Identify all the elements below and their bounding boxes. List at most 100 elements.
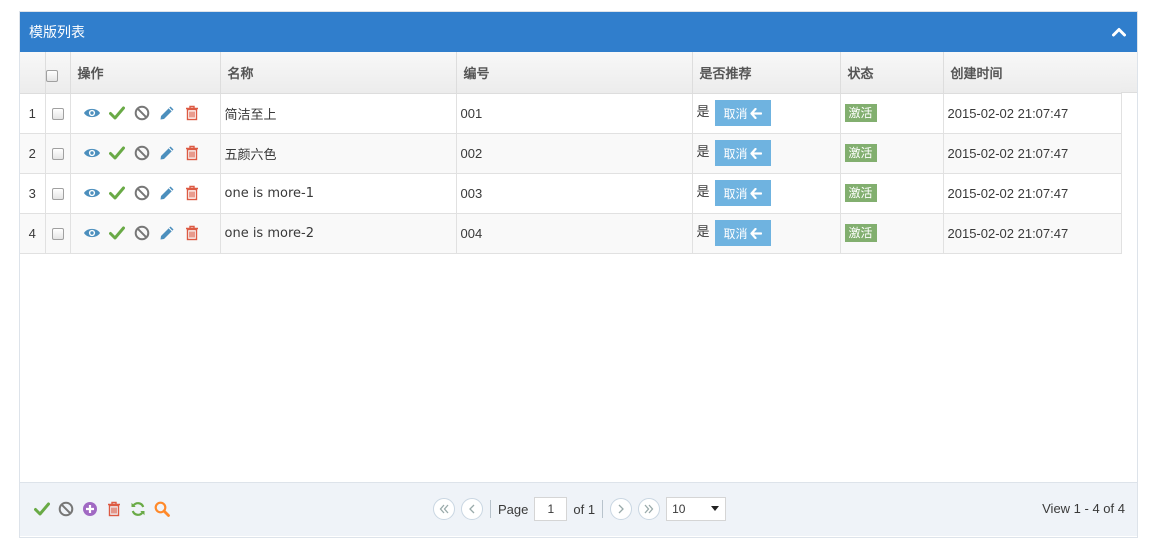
trash-icon[interactable] xyxy=(183,224,201,242)
ban-icon[interactable] xyxy=(133,144,151,162)
row-created: 2015-02-02 21:07:47 xyxy=(943,133,1122,174)
row-name: one is more-2 xyxy=(220,213,457,254)
pencil-icon[interactable] xyxy=(158,224,176,242)
grid-header-row: 操作 名称 编号 是否推荐 状态 创建时间 xyxy=(20,52,1122,94)
check-icon[interactable] xyxy=(108,104,126,122)
pagination: Page of 1 10 xyxy=(433,497,727,521)
row-checkbox[interactable] xyxy=(51,108,64,121)
pencil-icon[interactable] xyxy=(158,144,176,162)
row-recommend-cell: 是取消 xyxy=(692,93,841,134)
select-all-checkbox[interactable] xyxy=(45,70,58,83)
refresh-icon[interactable] xyxy=(129,500,147,518)
header-recommend[interactable]: 是否推荐 xyxy=(692,52,841,94)
row-status-cell: 激活 xyxy=(840,133,944,174)
cancel-recommend-button[interactable]: 取消 xyxy=(714,220,771,246)
row-select-cell xyxy=(45,133,71,174)
ban-icon[interactable] xyxy=(133,184,151,202)
first-page-button[interactable] xyxy=(433,498,455,520)
row-code: 003 xyxy=(456,173,693,214)
row-recommend: 是 xyxy=(696,105,710,121)
row-code: 001 xyxy=(456,93,693,134)
cancel-recommend-button[interactable]: 取消 xyxy=(714,100,771,126)
row-number: 2 xyxy=(20,133,46,174)
row-select-cell xyxy=(45,93,71,134)
cancel-button-label: 取消 xyxy=(723,146,748,161)
panel-title: 模版列表 xyxy=(29,25,85,41)
pager-separator xyxy=(490,500,491,518)
search-icon[interactable] xyxy=(153,500,171,518)
next-page-button[interactable] xyxy=(610,498,633,520)
page-number-input[interactable] xyxy=(534,497,568,521)
eye-icon[interactable] xyxy=(83,184,101,202)
row-recommend: 是 xyxy=(696,185,710,201)
row-code: 002 xyxy=(456,133,693,174)
collapse-icon[interactable] xyxy=(1111,24,1127,40)
header-code[interactable]: 编号 xyxy=(456,52,693,94)
row-status-cell: 激活 xyxy=(840,213,944,254)
header-status[interactable]: 状态 xyxy=(840,52,944,94)
arrow-left-icon xyxy=(749,107,762,119)
pager-toolbar xyxy=(33,500,171,518)
trash-icon[interactable] xyxy=(183,104,201,122)
row-name: 简洁至上 xyxy=(220,93,457,134)
row-name: 五颜六色 xyxy=(220,133,457,174)
last-page-button[interactable] xyxy=(638,498,661,520)
row-code: 004 xyxy=(456,213,693,254)
check-icon[interactable] xyxy=(108,184,126,202)
status-badge: 激活 xyxy=(844,104,877,122)
page-label: Page xyxy=(498,501,529,517)
row-number: 3 xyxy=(20,173,46,214)
cancel-button-label: 取消 xyxy=(723,106,748,121)
plus-circle-icon[interactable] xyxy=(81,500,99,518)
eye-icon[interactable] xyxy=(83,144,101,162)
prev-page-button[interactable] xyxy=(461,498,483,520)
check-icon[interactable] xyxy=(108,144,126,162)
row-recommend-cell: 是取消 xyxy=(692,173,841,214)
eye-icon[interactable] xyxy=(83,224,101,242)
row-number: 1 xyxy=(20,93,46,134)
panel-titlebar: 模版列表 xyxy=(20,12,1137,52)
table-row[interactable]: 4 one is more-2 004 是取消 激活 2015-02-02 21… xyxy=(20,213,1122,254)
trash-icon[interactable] xyxy=(183,184,201,202)
ban-icon[interactable] xyxy=(57,500,75,518)
trash-icon[interactable] xyxy=(183,144,201,162)
row-actions xyxy=(70,213,221,254)
row-recommend: 是 xyxy=(696,145,710,161)
row-checkbox[interactable] xyxy=(51,188,64,201)
row-status-cell: 激活 xyxy=(840,93,944,134)
row-recommend-cell: 是取消 xyxy=(692,213,841,254)
check-icon[interactable] xyxy=(33,500,51,518)
table-row[interactable]: 3 one is more-1 003 是取消 激活 2015-02-02 21… xyxy=(20,173,1122,214)
pencil-icon[interactable] xyxy=(158,184,176,202)
header-actions[interactable]: 操作 xyxy=(70,52,221,94)
row-number: 4 xyxy=(20,213,46,254)
header-name[interactable]: 名称 xyxy=(220,52,457,94)
pager-bar: Page of 1 10 View 1 - 4 of 4 xyxy=(20,482,1137,536)
row-name: one is more-1 xyxy=(220,173,457,214)
table-row[interactable]: 2 五颜六色 002 是取消 激活 2015-02-02 21:07:47 xyxy=(20,133,1122,174)
header-scroll-spacer xyxy=(1121,52,1137,93)
pencil-icon[interactable] xyxy=(158,104,176,122)
arrow-left-icon xyxy=(749,227,762,239)
template-list-panel: 模版列表 操作 名称 编号 是否推荐 状态 创建时间 1 简洁至上 001 是 … xyxy=(19,11,1138,538)
row-status-cell: 激活 xyxy=(840,173,944,214)
trash-icon[interactable] xyxy=(105,500,123,518)
ban-icon[interactable] xyxy=(133,104,151,122)
row-checkbox[interactable] xyxy=(51,148,64,161)
header-select-all xyxy=(45,52,71,94)
cancel-recommend-button[interactable]: 取消 xyxy=(714,140,771,166)
cancel-button-label: 取消 xyxy=(723,186,748,201)
header-created[interactable]: 创建时间 xyxy=(943,52,1122,94)
rows-per-page-value: 10 xyxy=(672,502,686,516)
row-actions xyxy=(70,93,221,134)
status-badge: 激活 xyxy=(844,144,877,162)
check-icon[interactable] xyxy=(108,224,126,242)
row-checkbox[interactable] xyxy=(51,228,64,241)
eye-icon[interactable] xyxy=(83,104,101,122)
rows-per-page-select[interactable]: 10 xyxy=(666,497,727,521)
ban-icon[interactable] xyxy=(133,224,151,242)
table-row[interactable]: 1 简洁至上 001 是取消 激活 2015-02-02 21:07:47 xyxy=(20,93,1122,134)
header-rownum xyxy=(20,52,46,94)
cancel-recommend-button[interactable]: 取消 xyxy=(714,180,771,206)
status-badge: 激活 xyxy=(844,224,877,242)
